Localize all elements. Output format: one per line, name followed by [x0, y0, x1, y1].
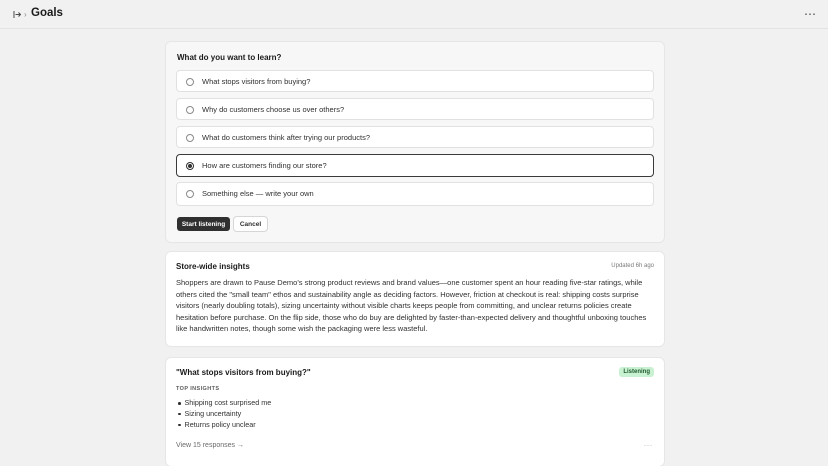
insights-summary: Shoppers are drawn to Pause Demo's stron…: [176, 278, 647, 334]
insight-text: Sizing uncertainty: [184, 408, 242, 418]
bullet-icon: [178, 412, 181, 416]
status-badge: Listening: [619, 367, 654, 377]
option-label: Something else — write your own: [202, 189, 314, 198]
list-item: Shipping cost surprised me: [176, 398, 271, 409]
option-why-customers-choose[interactable]: Why do customers choose us over others?: [176, 98, 654, 120]
chevron-right-icon: ›: [24, 10, 27, 19]
start-listening-button[interactable]: Start listening: [177, 217, 230, 231]
page-title: Goals: [31, 7, 63, 19]
goal-question-card: What do you want to learn? What stops vi…: [166, 42, 664, 242]
option-label: Why do customers choose us over others?: [202, 105, 345, 114]
insight-text: Returns policy unclear: [184, 419, 256, 429]
option-finding-store[interactable]: How are customers finding our store?: [176, 154, 654, 177]
insight-text: Shipping cost surprised me: [184, 398, 272, 407]
question-title: What do you want to learn?: [177, 53, 282, 62]
bullet-icon: [178, 423, 181, 427]
more-options-icon[interactable]: ⋯: [644, 440, 653, 451]
updated-timestamp: Updated 6h ago: [611, 263, 654, 269]
top-bar: › Goals ⋯: [0, 0, 828, 28]
topic-title: "What stops visitors from buying?": [176, 368, 311, 377]
store-wide-insights-card: Store-wide insights Updated 6h ago Shopp…: [166, 252, 664, 346]
list-item: Sizing uncertainty: [176, 409, 271, 420]
sidebar-toggle-icon[interactable]: [12, 9, 22, 19]
radio-icon[interactable]: [186, 106, 194, 114]
goal-topic-card: "What stops visitors from buying?" Liste…: [166, 358, 664, 466]
top-insights-label: TOP INSIGHTS: [176, 386, 220, 392]
view-responses-link[interactable]: View 15 responses →: [176, 442, 244, 449]
radio-icon[interactable]: [186, 134, 194, 142]
more-options-icon[interactable]: ⋯: [804, 7, 816, 21]
insights-title: Store-wide insights: [176, 262, 250, 271]
bullet-icon: [178, 402, 181, 405]
top-insights-list: Shipping cost surprised me Sizing uncert…: [176, 398, 271, 430]
cancel-button[interactable]: Cancel: [234, 217, 267, 231]
option-something-else[interactable]: Something else — write your own: [176, 182, 654, 206]
option-after-trying[interactable]: What do customers think after trying our…: [176, 126, 654, 148]
radio-icon[interactable]: [186, 78, 194, 86]
option-label: How are customers finding our store?: [202, 161, 327, 170]
option-what-stops-visitors[interactable]: What stops visitors from buying?: [176, 70, 654, 92]
radio-checked-icon[interactable]: [186, 162, 194, 170]
option-label: What stops visitors from buying?: [202, 77, 311, 86]
header-divider: [0, 28, 828, 29]
radio-icon[interactable]: [186, 190, 194, 198]
list-item: Returns policy unclear: [176, 420, 271, 431]
option-label: What do customers think after trying our…: [202, 133, 370, 142]
